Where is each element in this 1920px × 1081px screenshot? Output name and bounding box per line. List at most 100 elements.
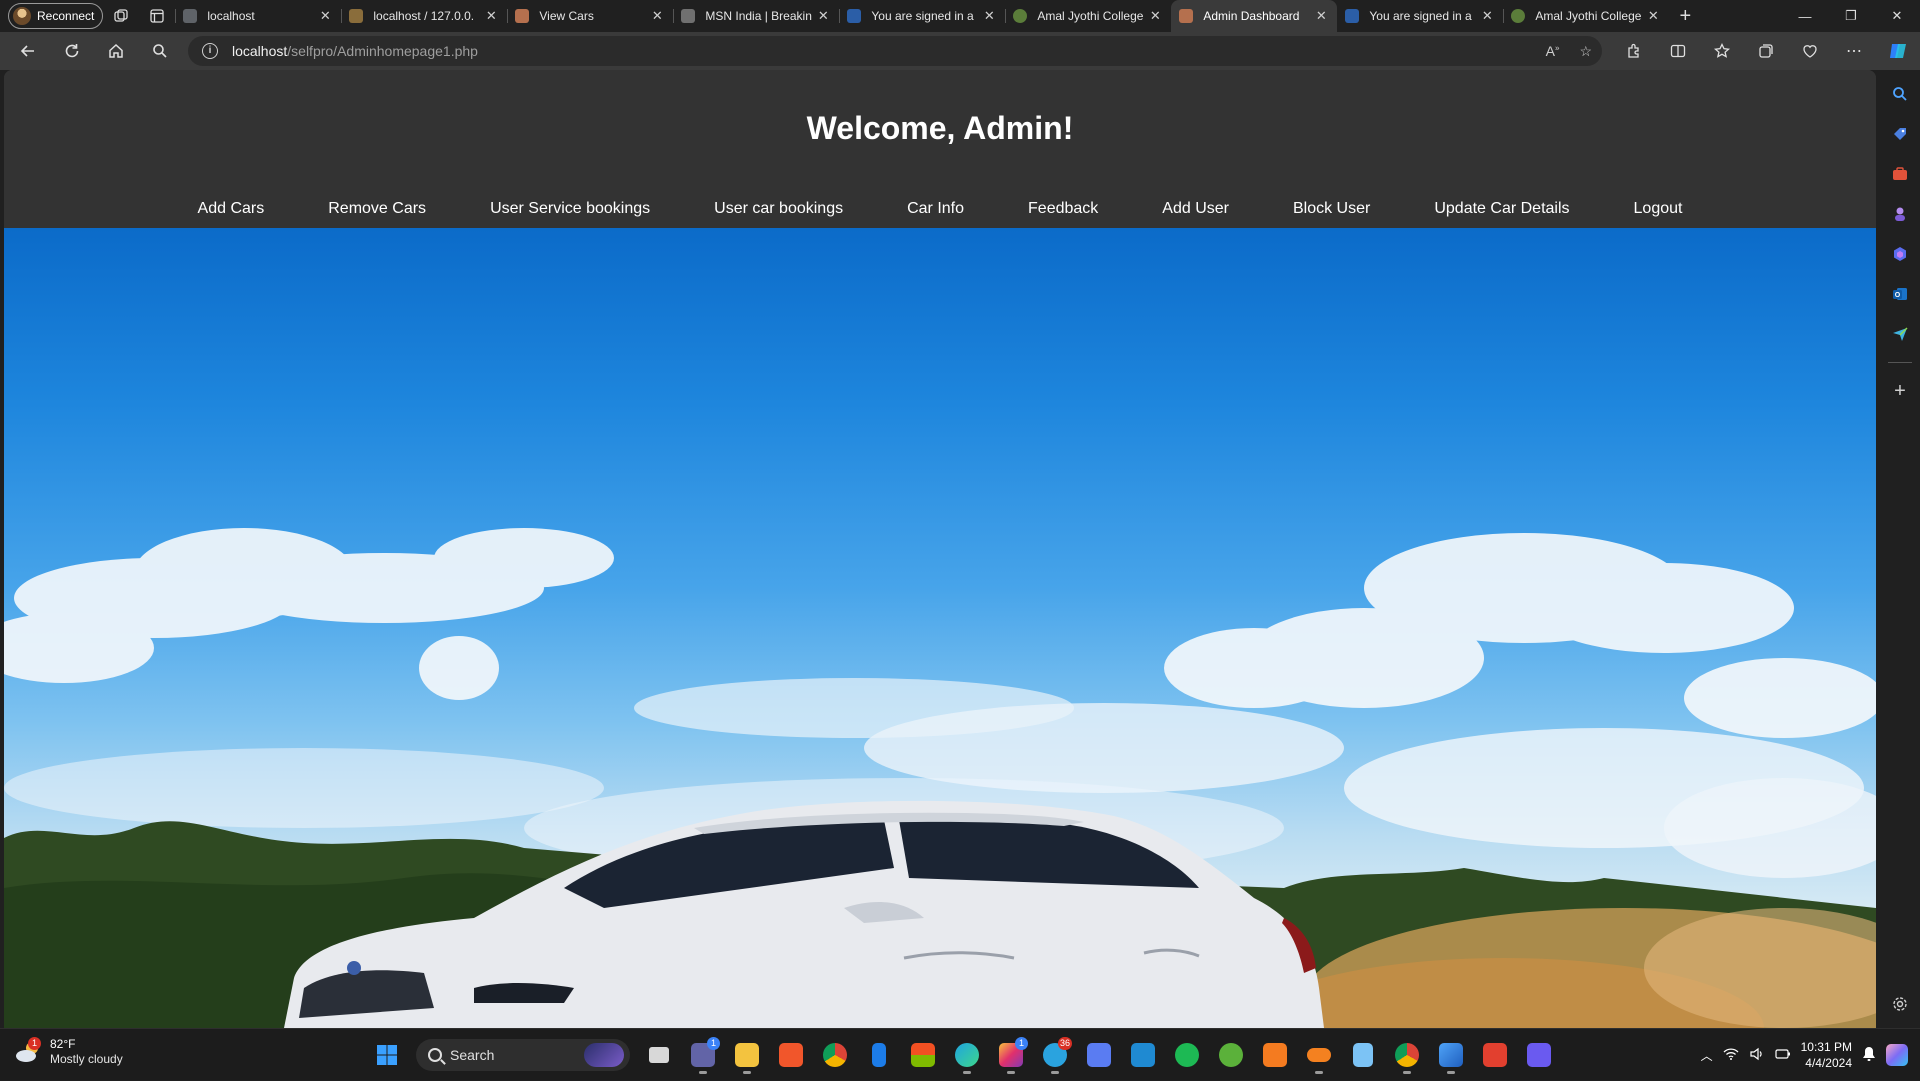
new-tab-icon[interactable]: +	[1669, 5, 1701, 28]
utorrent-icon[interactable]	[1212, 1035, 1250, 1075]
restore-icon[interactable]: ❐	[1828, 0, 1874, 32]
wifi-icon[interactable]	[1723, 1047, 1739, 1064]
browser-essentials-icon[interactable]	[1788, 32, 1832, 70]
tab-favicon-icon	[349, 9, 364, 23]
office-icon[interactable]	[1476, 1035, 1514, 1075]
refresh-icon[interactable]	[50, 32, 94, 70]
back-icon[interactable]	[6, 32, 50, 70]
telegram-badge: 36	[1057, 1037, 1072, 1050]
outlook-icon[interactable]: O	[1880, 274, 1920, 314]
tab-close-icon[interactable]: ✕	[1147, 8, 1163, 24]
send-drop-icon[interactable]	[1880, 314, 1920, 354]
nav-car-info[interactable]: Car Info	[907, 198, 964, 220]
address-url[interactable]: localhost/selfpro/Adminhomepage1.php	[232, 43, 478, 59]
shopping-tag-icon[interactable]	[1880, 114, 1920, 154]
xampp-icon[interactable]	[1256, 1035, 1294, 1075]
file-explorer-icon[interactable]	[728, 1035, 766, 1075]
cloud-storage-icon[interactable]	[1300, 1035, 1338, 1075]
browser-tab[interactable]: View Cars ✕	[507, 0, 673, 32]
nav-update-car-details[interactable]: Update Car Details	[1434, 198, 1569, 220]
tab-close-icon[interactable]: ✕	[981, 8, 997, 24]
nav-user-car-bookings[interactable]: User car bookings	[714, 198, 843, 220]
collections-icon[interactable]	[1744, 32, 1788, 70]
edge-icon[interactable]	[948, 1035, 986, 1075]
browser-tab[interactable]: You are signed in a ✕	[839, 0, 1005, 32]
tab-close-icon[interactable]: ✕	[649, 8, 665, 24]
tab-favicon-icon	[681, 9, 696, 23]
tab-close-icon[interactable]: ✕	[483, 8, 499, 24]
taskbar-search[interactable]: Search	[416, 1039, 630, 1071]
search-icon[interactable]	[138, 32, 182, 70]
browser-tab[interactable]: Amal Jyothi College ✕	[1005, 0, 1171, 32]
tab-close-icon[interactable]: ✕	[1645, 8, 1661, 24]
nav-user-service-bookings[interactable]: User Service bookings	[490, 198, 650, 220]
p-app-icon[interactable]	[1520, 1035, 1558, 1075]
split-screen-icon[interactable]	[1656, 32, 1700, 70]
browser-tab[interactable]: localhost / 127.0.0. ✕	[341, 0, 507, 32]
tools-briefcase-icon[interactable]	[1880, 154, 1920, 194]
extensions-icon[interactable]	[1612, 32, 1656, 70]
volume-icon[interactable]	[1749, 1047, 1765, 1064]
tab-close-icon[interactable]: ✕	[317, 8, 333, 24]
browser-tab[interactable]: You are signed in a ✕	[1337, 0, 1503, 32]
tab-actions-icon[interactable]	[139, 0, 175, 32]
profile-label: Reconnect	[37, 9, 95, 23]
home-icon[interactable]	[94, 32, 138, 70]
tab-close-icon[interactable]: ✕	[815, 8, 831, 24]
favorites-icon[interactable]	[1700, 32, 1744, 70]
page-viewport: Welcome, Admin! Add Cars Remove Cars Use…	[4, 70, 1876, 1028]
task-view-icon[interactable]	[640, 1035, 678, 1075]
nav-feedback[interactable]: Feedback	[1028, 198, 1098, 220]
workspaces-icon[interactable]	[103, 0, 139, 32]
nav-block-user[interactable]: Block User	[1293, 198, 1370, 220]
admin-header: Welcome, Admin! Add Cars Remove Cars Use…	[4, 70, 1876, 228]
microsoft-store-icon[interactable]	[904, 1035, 942, 1075]
sidebar-settings-icon[interactable]	[1880, 984, 1920, 1024]
clock-time: 10:31 PM	[1800, 1040, 1852, 1054]
notification-bell-icon[interactable]	[1862, 1046, 1876, 1065]
telegram-icon[interactable]: 36	[1036, 1035, 1074, 1075]
hero-car-image	[4, 228, 1876, 1028]
close-window-icon[interactable]: ✕	[1874, 0, 1920, 32]
brave-browser-icon[interactable]	[772, 1035, 810, 1075]
notepad-icon[interactable]	[1344, 1035, 1382, 1075]
pictures-app-icon[interactable]	[1080, 1035, 1118, 1075]
browser-tab-active[interactable]: Admin Dashboard ✕	[1171, 0, 1338, 32]
battery-icon[interactable]	[1775, 1047, 1791, 1064]
sidebar-search-icon[interactable]	[1880, 74, 1920, 114]
tab-close-icon[interactable]: ✕	[1479, 8, 1495, 24]
chrome-icon[interactable]	[816, 1035, 854, 1075]
copilot-taskbar-icon[interactable]	[1886, 1044, 1908, 1066]
minimize-icon[interactable]: —	[1782, 0, 1828, 32]
games-icon[interactable]	[1880, 194, 1920, 234]
weather-temperature: 82°F	[50, 1037, 76, 1051]
address-bar[interactable]: i localhost/selfpro/Adminhomepage1.php A…	[188, 36, 1602, 66]
favorite-star-icon[interactable]: ☆	[1579, 43, 1592, 60]
browser-tab[interactable]: MSN India | Breakin ✕	[673, 0, 839, 32]
settings-more-icon[interactable]: ⋯	[1832, 32, 1876, 70]
browser-tab[interactable]: Amal Jyothi College ✕	[1503, 0, 1669, 32]
browser-tab[interactable]: localhost ✕	[175, 0, 341, 32]
tab-close-icon[interactable]: ✕	[1313, 8, 1329, 24]
bing-icon[interactable]	[860, 1035, 898, 1075]
profile-button[interactable]: Reconnect	[8, 3, 104, 29]
instagram-icon[interactable]: 1	[992, 1035, 1030, 1075]
nav-remove-cars[interactable]: Remove Cars	[328, 198, 426, 220]
chrome-profile-icon[interactable]	[1388, 1035, 1426, 1075]
vscode-icon[interactable]	[1124, 1035, 1162, 1075]
taskbar-clock[interactable]: 10:31 PM 4/4/2024	[1801, 1039, 1852, 1071]
read-aloud-icon[interactable]: A»	[1546, 43, 1560, 59]
copilot-icon[interactable]	[1876, 32, 1920, 70]
nav-add-cars[interactable]: Add Cars	[198, 198, 265, 220]
teams-icon[interactable]: 1	[684, 1035, 722, 1075]
nav-logout[interactable]: Logout	[1634, 198, 1683, 220]
add-sidebar-app-icon[interactable]: +	[1880, 371, 1920, 411]
paint-app-icon[interactable]	[1432, 1035, 1470, 1075]
microsoft-365-icon[interactable]	[1880, 234, 1920, 274]
weather-widget[interactable]: 1 82°F Mostly cloudy	[14, 1037, 123, 1067]
spotify-icon[interactable]	[1168, 1035, 1206, 1075]
start-button[interactable]	[368, 1035, 406, 1075]
show-hidden-icons[interactable]: ︿	[1701, 1047, 1713, 1064]
site-info-icon[interactable]: i	[202, 43, 218, 59]
nav-add-user[interactable]: Add User	[1162, 198, 1229, 220]
